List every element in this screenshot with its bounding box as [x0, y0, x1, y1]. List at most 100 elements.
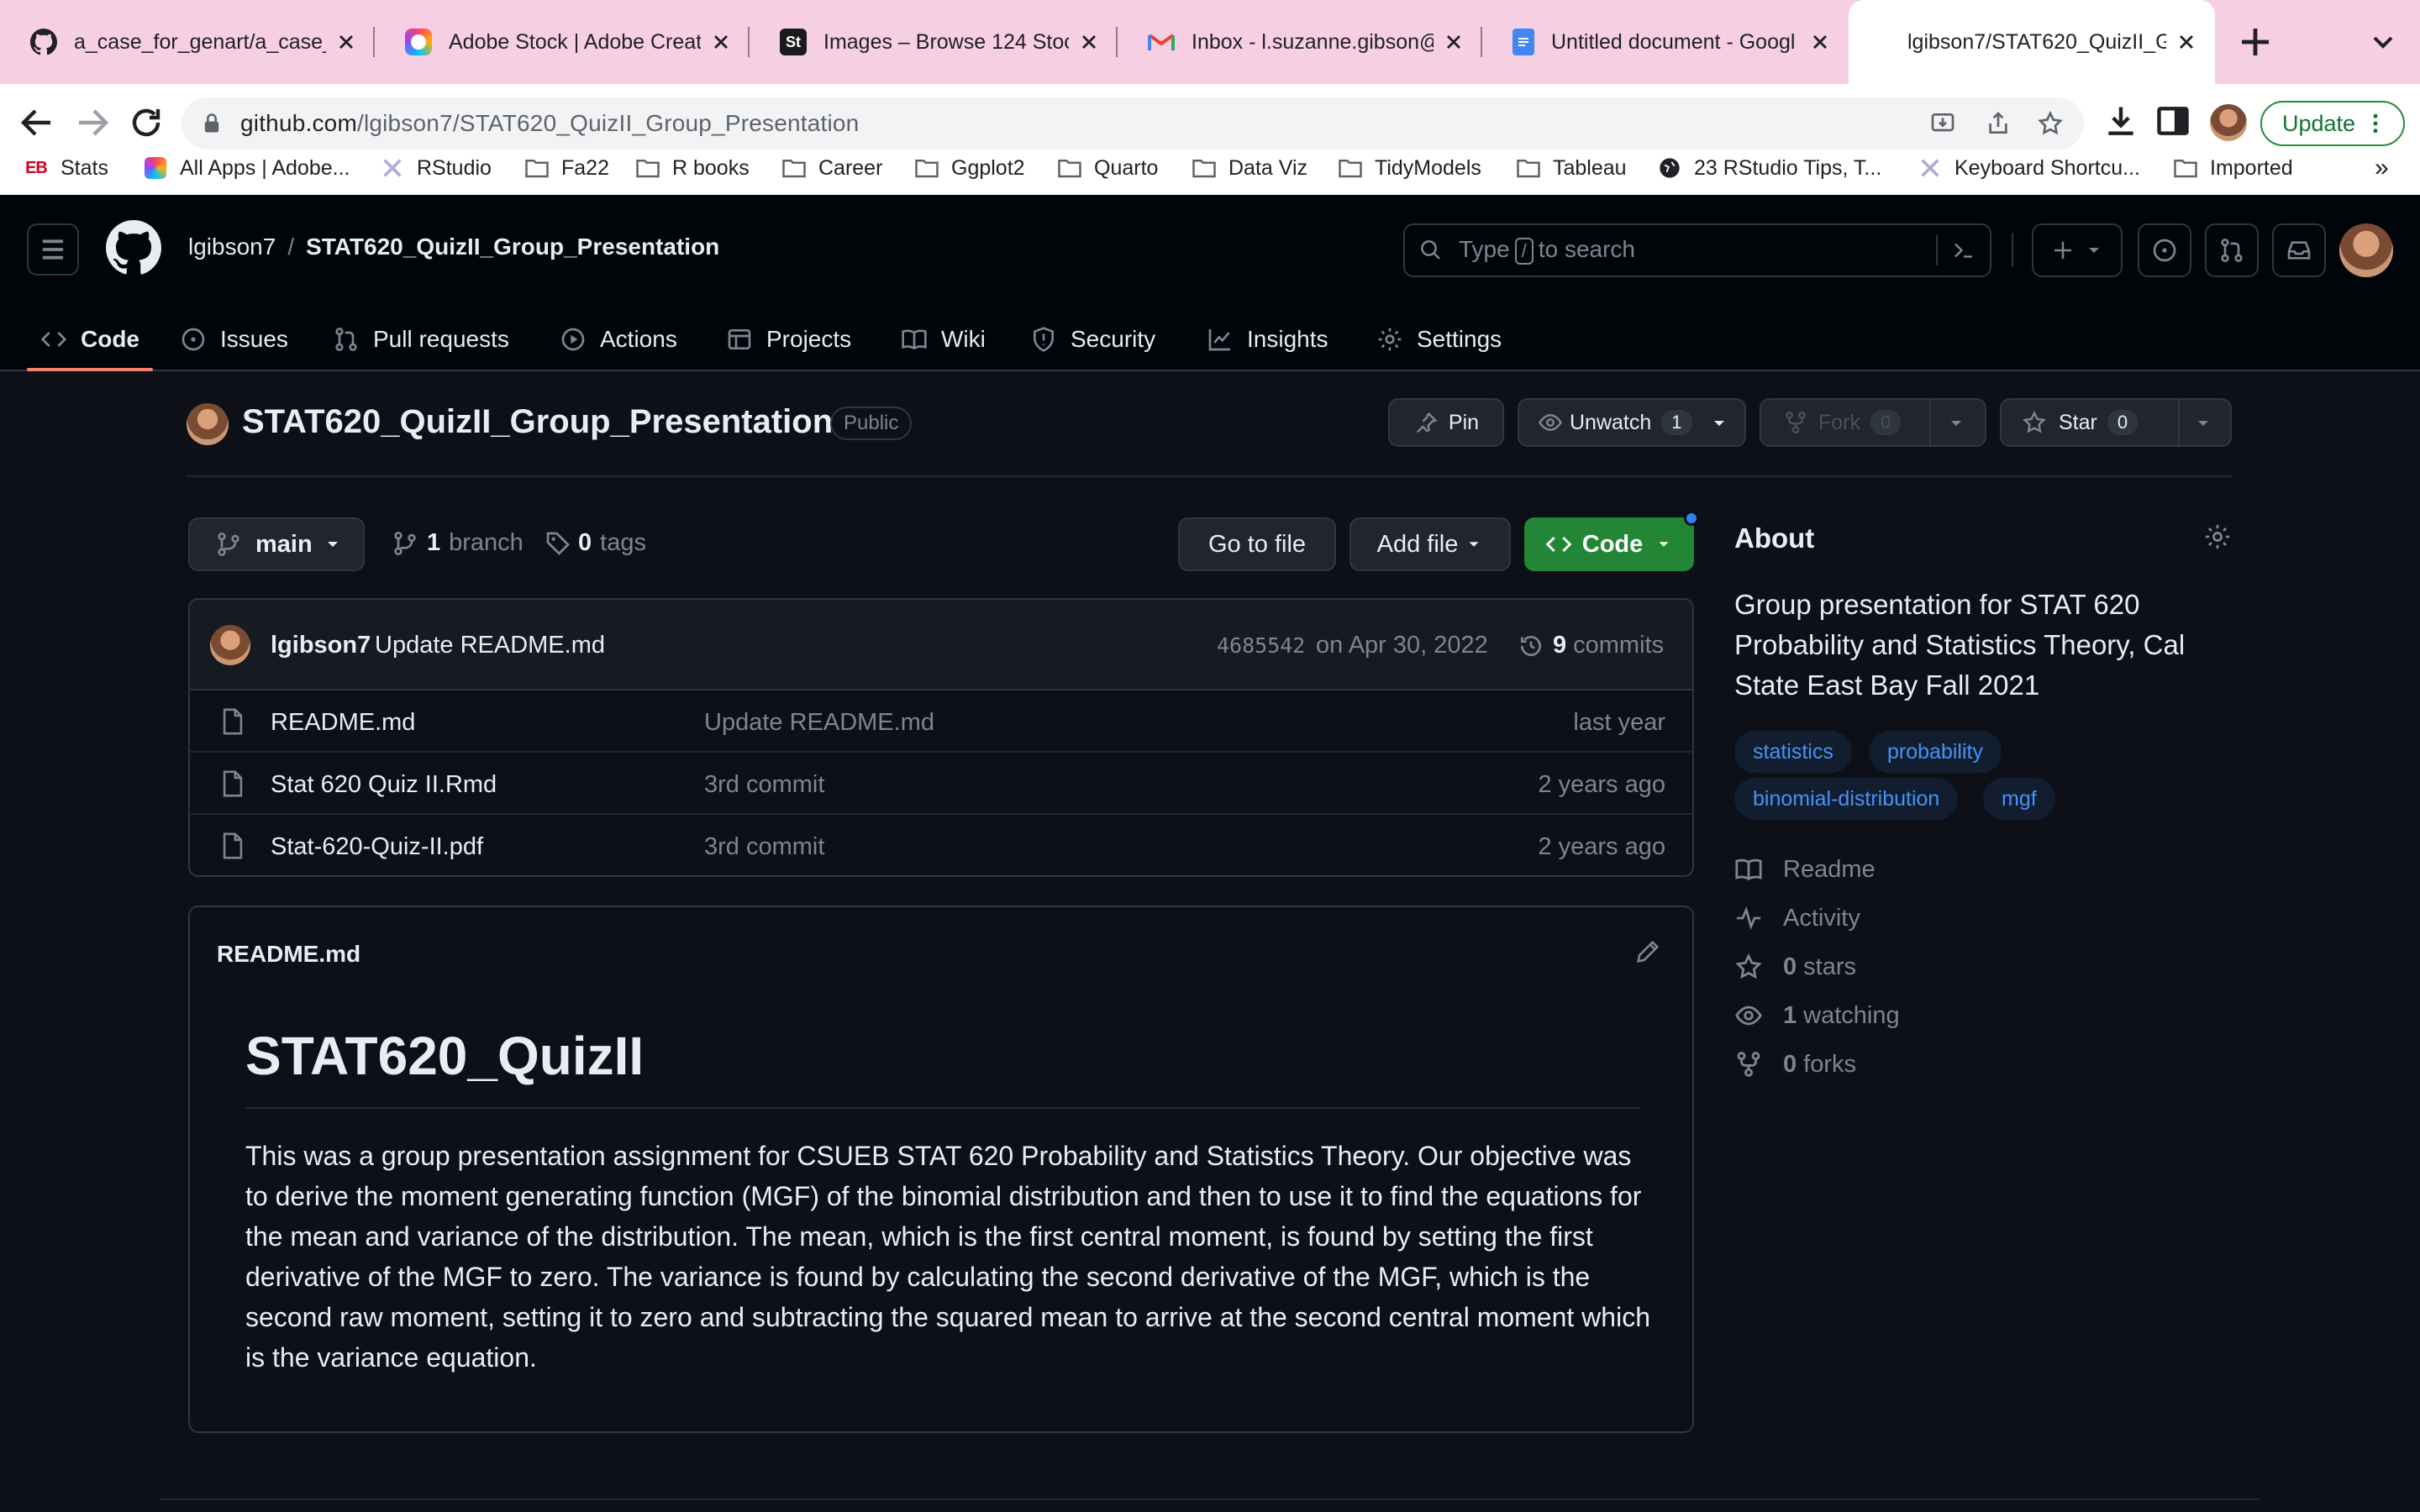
- tab-projects[interactable]: Projects: [726, 307, 851, 371]
- tab-settings[interactable]: Settings: [1376, 307, 1502, 371]
- menu-button[interactable]: [27, 223, 79, 276]
- browser-tab[interactable]: Untitled document - Googl: [1482, 0, 1849, 84]
- reload-icon[interactable]: [126, 102, 166, 143]
- browser-tab[interactable]: Inbox - l.suzanne.gibson@g: [1118, 0, 1482, 84]
- file-commit-message[interactable]: Update README.md: [704, 709, 934, 737]
- back-icon[interactable]: [17, 102, 57, 143]
- file-name[interactable]: Stat-620-Quiz-II.pdf: [271, 833, 483, 861]
- close-tab-icon[interactable]: [334, 30, 358, 54]
- star-button[interactable]: Star 0: [2000, 398, 2232, 447]
- caret-down-icon[interactable]: [1946, 413, 1966, 433]
- search-input[interactable]: Type / to search: [1403, 223, 1991, 277]
- tags-link[interactable]: 0 tags: [544, 529, 646, 557]
- readme-file-label[interactable]: README.md: [217, 941, 360, 968]
- topic-tag[interactable]: probability: [1869, 731, 2002, 773]
- tab-code[interactable]: Code: [27, 307, 153, 371]
- branch-selector[interactable]: main: [188, 517, 365, 571]
- pin-button[interactable]: Pin: [1388, 398, 1504, 447]
- issues-button[interactable]: [2138, 223, 2191, 277]
- tab-pull-requests[interactable]: Pull requests: [333, 307, 509, 371]
- branches-link[interactable]: 1 branch: [392, 529, 523, 557]
- pencil-icon[interactable]: [1634, 937, 1662, 966]
- tab-wiki[interactable]: Wiki: [901, 307, 986, 371]
- bookmark-item[interactable]: R books: [635, 148, 750, 188]
- browser-tab[interactable]: a_case_for_genart/a_case_: [0, 0, 375, 84]
- commit-sha[interactable]: 4685542: [1217, 633, 1305, 658]
- lock-icon[interactable]: [200, 112, 224, 135]
- file-row[interactable]: README.md Update README.md last year: [190, 690, 1692, 753]
- topic-tag[interactable]: statistics: [1734, 731, 1852, 773]
- browser-tab[interactable]: Adobe Stock | Adobe Creat: [375, 0, 750, 84]
- close-tab-icon[interactable]: [709, 30, 733, 54]
- tab-security[interactable]: Security: [1030, 307, 1155, 371]
- command-palette-icon[interactable]: [1951, 238, 1976, 263]
- share-icon[interactable]: [1985, 110, 2012, 137]
- bookmark-item[interactable]: Imported: [2173, 148, 2293, 188]
- user-avatar[interactable]: [2339, 223, 2393, 277]
- fork-button[interactable]: Fork 0: [1760, 398, 1986, 447]
- readme-link[interactable]: Readme: [1734, 855, 1876, 884]
- file-name[interactable]: README.md: [271, 709, 415, 737]
- commit-message[interactable]: Update README.md: [375, 632, 605, 659]
- bookmark-item[interactable]: Data Viz: [1192, 148, 1307, 188]
- pull-requests-button[interactable]: [2205, 223, 2259, 277]
- new-tab-icon[interactable]: [2235, 22, 2275, 62]
- go-to-file-button[interactable]: Go to file: [1178, 517, 1336, 571]
- file-row[interactable]: Stat-620-Quiz-II.pdf 3rd commit 2 years …: [190, 815, 1692, 875]
- file-row[interactable]: Stat 620 Quiz II.Rmd 3rd commit 2 years …: [190, 753, 1692, 815]
- topic-tag[interactable]: mgf: [1983, 778, 2055, 820]
- commits-link[interactable]: 9 commits: [1518, 632, 1664, 659]
- watching-link[interactable]: 1 watching: [1734, 1001, 1900, 1030]
- gear-icon[interactable]: [2203, 522, 2232, 551]
- close-tab-icon[interactable]: [2175, 30, 2198, 54]
- bookmark-item[interactable]: EB Stats: [24, 148, 108, 188]
- address-bar[interactable]: github.com/lgibson7/STAT620_QuizII_Group…: [182, 97, 2084, 150]
- close-tab-icon[interactable]: [1808, 30, 1832, 54]
- tab-insights[interactable]: Insights: [1207, 307, 1328, 371]
- bookmark-item[interactable]: All Apps | Adobe...: [143, 148, 350, 188]
- owner-avatar[interactable]: [187, 403, 229, 445]
- owner-link[interactable]: lgibson7: [188, 234, 276, 260]
- browser-tab[interactable]: St Images – Browse 124 Stock: [750, 0, 1118, 84]
- bookmark-item[interactable]: 23 RStudio Tips, T...: [1657, 148, 1881, 188]
- add-file-button[interactable]: Add file: [1349, 517, 1511, 571]
- forward-icon[interactable]: [72, 102, 113, 143]
- repo-title[interactable]: STAT620_QuizII_Group_Presentation: [242, 403, 833, 441]
- close-tab-icon[interactable]: [1442, 30, 1465, 54]
- create-new-button[interactable]: [2032, 223, 2123, 277]
- repo-link[interactable]: STAT620_QuizII_Group_Presentation: [306, 234, 719, 260]
- code-button[interactable]: Code: [1524, 517, 1694, 571]
- tab-actions[interactable]: Actions: [560, 307, 677, 371]
- commit-author-avatar[interactable]: [210, 625, 250, 665]
- activity-link[interactable]: Activity: [1734, 904, 1860, 932]
- update-button[interactable]: Update: [2260, 101, 2405, 146]
- bookmark-item[interactable]: TidyModels: [1338, 148, 1481, 188]
- forks-link[interactable]: 0 forks: [1734, 1050, 1856, 1079]
- bookmark-item[interactable]: Career: [781, 148, 882, 188]
- bookmark-star-icon[interactable]: [2037, 110, 2064, 137]
- inbox-button[interactable]: [2272, 223, 2326, 277]
- close-tab-icon[interactable]: [1077, 30, 1101, 54]
- github-logo-icon[interactable]: [106, 220, 161, 276]
- tab-search-chevron-icon[interactable]: [2366, 25, 2400, 59]
- file-commit-message[interactable]: 3rd commit: [704, 833, 824, 861]
- bookmarks-overflow-button[interactable]: »: [2375, 148, 2389, 188]
- install-app-icon[interactable]: [1929, 110, 1956, 137]
- profile-avatar[interactable]: [2210, 104, 2247, 141]
- file-name[interactable]: Stat 620 Quiz II.Rmd: [271, 771, 497, 799]
- bookmark-item[interactable]: Ggplot2: [914, 148, 1025, 188]
- commit-author[interactable]: lgibson7: [271, 632, 371, 659]
- side-panel-icon[interactable]: [2154, 102, 2191, 139]
- bookmark-item[interactable]: Fa22: [524, 148, 609, 188]
- file-commit-message[interactable]: 3rd commit: [704, 771, 824, 799]
- bookmark-item[interactable]: Quarto: [1057, 148, 1158, 188]
- bookmark-item[interactable]: Keyboard Shortcu...: [1918, 148, 2140, 188]
- stars-link[interactable]: 0 stars: [1734, 953, 1856, 981]
- browser-tab-active[interactable]: lgibson7/STAT620_QuizII_G: [1849, 0, 2215, 84]
- unwatch-button[interactable]: Unwatch 1: [1518, 398, 1746, 447]
- caret-down-icon[interactable]: [2193, 413, 2213, 433]
- bookmark-item[interactable]: Tableau: [1516, 148, 1627, 188]
- tab-issues[interactable]: Issues: [180, 307, 288, 371]
- bookmark-item[interactable]: RStudio: [380, 148, 492, 188]
- topic-tag[interactable]: binomial-distribution: [1734, 778, 1959, 820]
